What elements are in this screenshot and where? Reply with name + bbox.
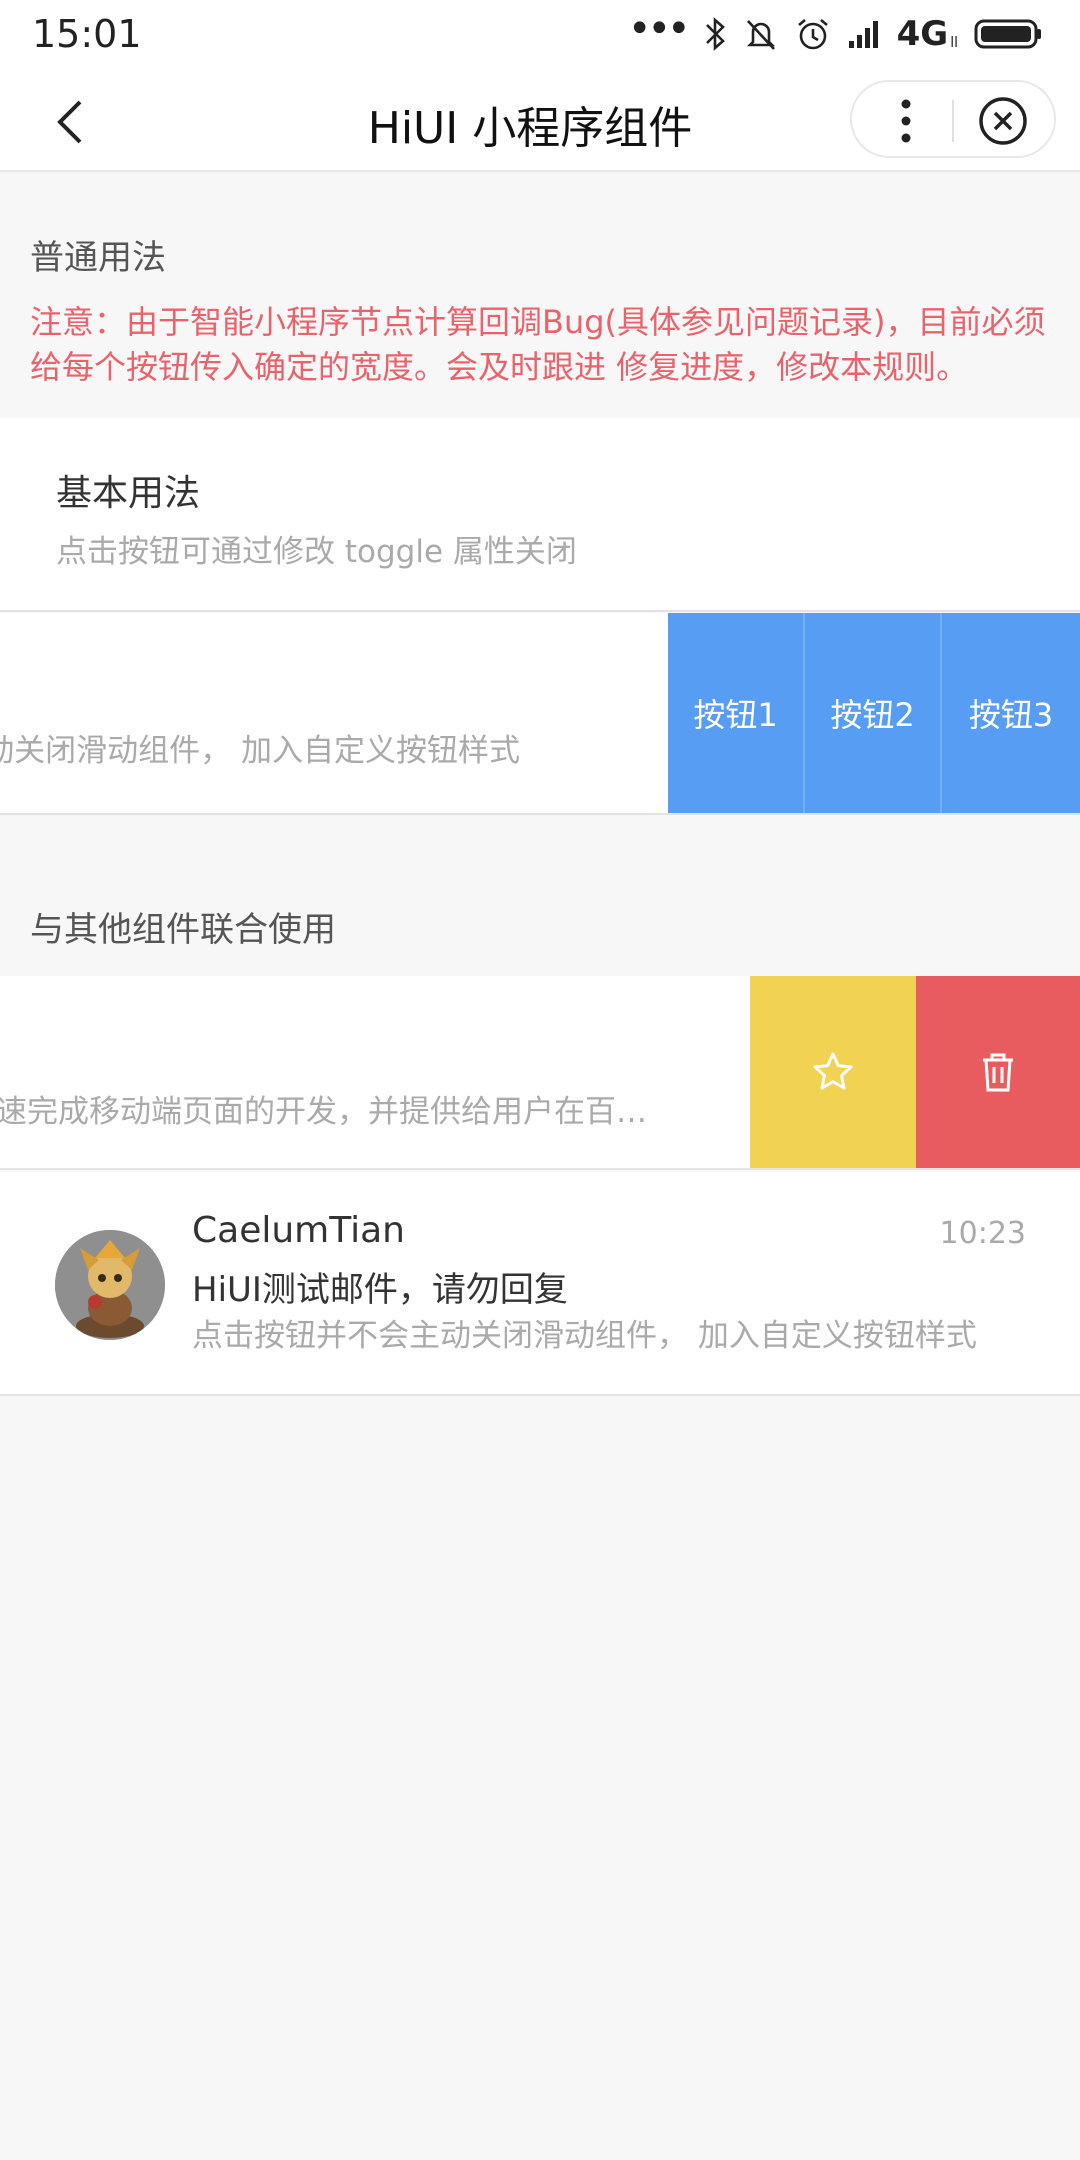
network-type: 4G xyxy=(896,14,949,54)
capsule-divider xyxy=(952,100,954,142)
basic-usage-desc: 点击按钮可通过修改 toggle 属性关闭 xyxy=(56,534,577,570)
swipe-cell-desc: 速完成移动端页面的开发，并提供给用户在百… xyxy=(0,1094,647,1130)
mini-program-capsule xyxy=(850,80,1056,158)
action-button-1[interactable]: 按钮1 xyxy=(668,613,805,813)
action-button-3[interactable]: 按钮3 xyxy=(942,613,1080,813)
signal-icon xyxy=(848,21,878,48)
swipe-cell-desc: 点击按钮并不会主动关闭滑动组件， 加入自定义按钮样式 xyxy=(0,733,520,769)
trash-icon xyxy=(983,1053,1013,1092)
favorite-button[interactable] xyxy=(750,976,916,1168)
more-vertical-icon xyxy=(901,99,911,143)
swipe-action-buttons: 按钮1 按钮2 按钮3 xyxy=(668,613,1080,813)
avatar-character-image xyxy=(55,1230,165,1340)
bluetooth-icon xyxy=(705,17,725,51)
mail-subject: HiUI测试邮件，请勿回复 xyxy=(192,1270,568,1310)
status-bar: 15:01 ••• 4G ll xyxy=(0,0,1080,70)
battery-icon xyxy=(974,19,1041,49)
mail-sender: CaelumTian xyxy=(192,1210,405,1251)
close-button[interactable] xyxy=(977,95,1029,147)
swipe-cell-content[interactable]: 点击按钮并不会主动关闭滑动组件， 加入自定义按钮样式 xyxy=(0,613,668,813)
nav-bar: HiUI 小程序组件 xyxy=(0,70,1080,172)
status-time: 15:01 xyxy=(32,12,142,56)
alarm-icon xyxy=(797,19,828,50)
basic-usage-title: 基本用法 xyxy=(56,473,201,514)
action-button-2[interactable]: 按钮2 xyxy=(805,613,942,813)
star-icon xyxy=(813,1052,853,1090)
more-dots-icon: ••• xyxy=(627,6,691,52)
mail-list-item[interactable]: CaelumTian 10:23 HiUI测试邮件，请勿回复 点击按钮并不会主动… xyxy=(0,1172,1080,1396)
network-activity: ll xyxy=(950,35,958,51)
basic-usage-card: 基本用法 点击按钮可通过修改 toggle 属性关闭 xyxy=(0,418,1080,612)
status-icons: ••• 4G ll xyxy=(627,6,1044,54)
swipe-cell-icons[interactable]: 速完成移动端页面的开发，并提供给用户在百… xyxy=(0,976,1080,1170)
mail-time: 10:23 xyxy=(939,1216,1026,1251)
close-circle-icon xyxy=(979,97,1027,145)
delete-button[interactable] xyxy=(916,976,1080,1168)
section-title-normal: 普通用法 xyxy=(30,238,166,278)
mail-preview: 点击按钮并不会主动关闭滑动组件， 加入自定义按钮样式 xyxy=(192,1318,977,1354)
notice-text: 注意：由于智能小程序节点计算回调Bug(具体参见问题记录)，目前必须给每个按钮传… xyxy=(30,303,1046,386)
mute-icon xyxy=(746,20,775,50)
swipe-cell-custom-buttons[interactable]: 点击按钮并不会主动关闭滑动组件， 加入自定义按钮样式 按钮1 按钮2 按钮3 xyxy=(0,613,1080,815)
avatar xyxy=(55,1230,165,1340)
page-title-text: HiUI 小程序组件 xyxy=(367,103,693,154)
more-button[interactable] xyxy=(886,96,926,146)
section-title-combined: 与其他组件联合使用 xyxy=(30,910,336,950)
